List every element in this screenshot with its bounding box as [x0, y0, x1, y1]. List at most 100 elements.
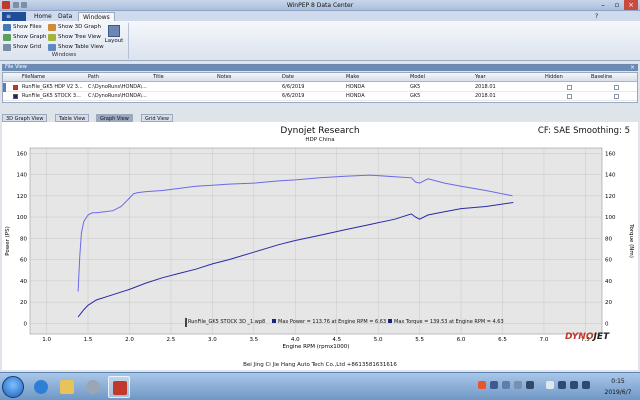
- cell-model: GK5: [410, 84, 421, 90]
- show-grid-button[interactable]: Show Grid: [3, 43, 41, 52]
- table-row[interactable]: RunFile_GK5 HDP V2 3... C:\DynoRuns\HOND…: [3, 83, 637, 92]
- tray-icon[interactable]: [502, 381, 510, 389]
- ribbon-tab-bar: ≡ Home Data Windows ?: [0, 11, 640, 21]
- cell-date: 6/6/2019: [282, 84, 305, 90]
- system-clock[interactable]: 0:15 2019/6/7: [599, 376, 637, 398]
- taskbar-explorer[interactable]: [56, 376, 78, 398]
- minimize-button[interactable]: –: [596, 0, 610, 10]
- show-tree-view-label: Show Tree View: [58, 34, 101, 40]
- show-table-view-label: Show Table View: [58, 44, 104, 50]
- y2-tick-label: 100: [605, 215, 616, 221]
- cell-year: 2018.01: [475, 93, 496, 99]
- col-title[interactable]: Title: [153, 73, 164, 82]
- col-hidden[interactable]: Hidden: [545, 73, 563, 82]
- show-table-view-button[interactable]: Show Table View: [48, 43, 104, 52]
- files-icon: [3, 24, 11, 31]
- col-make[interactable]: Make: [346, 73, 359, 82]
- tab-table-view[interactable]: Table View: [55, 114, 90, 122]
- y2-tick-label: 80: [605, 236, 612, 242]
- window-title: WinPEP 8 Data Center: [286, 2, 354, 9]
- grid-icon: [3, 44, 11, 51]
- tray-icon[interactable]: [490, 381, 498, 389]
- col-model[interactable]: Model: [410, 73, 425, 82]
- show-tree-view-button[interactable]: Show Tree View: [48, 33, 101, 42]
- x-tick-label: 4.0: [291, 337, 300, 343]
- tab-windows[interactable]: Windows: [78, 12, 115, 21]
- baseline-checkbox[interactable]: [614, 85, 619, 90]
- col-date[interactable]: Date: [282, 73, 294, 82]
- col-baseline[interactable]: Baseline: [591, 73, 612, 82]
- tab-grid-view[interactable]: Grid View: [141, 114, 173, 122]
- cell-path: C:\DynoRuns\HONDA\...: [88, 93, 147, 99]
- help-icon[interactable]: ?: [591, 12, 602, 21]
- table-row[interactable]: RunFile_GK5 STOCK 3... C:\DynoRuns\HONDA…: [3, 92, 637, 101]
- file-menu-button[interactable]: ≡: [2, 12, 26, 21]
- hidden-checkbox[interactable]: [567, 94, 572, 99]
- plot-area: [29, 147, 603, 335]
- ime-icon[interactable]: [478, 381, 486, 389]
- show-graph-label: Show Graph: [13, 34, 47, 40]
- dyno-chart[interactable]: 1.0 1.5 2.0 2.5 3.0 3.5 4.0 4.5 5.0 5.5 6.0 6.5 7.0 7…: [2, 122, 638, 370]
- y-tick-label: 120: [17, 194, 28, 200]
- cell-model: GK5: [410, 93, 421, 99]
- show-graph-button[interactable]: Show Graph: [3, 33, 46, 42]
- tray-icon[interactable]: [526, 381, 534, 389]
- network-icon[interactable]: [558, 381, 566, 389]
- y2-axis-label: Torque (Nm): [628, 223, 634, 258]
- y-tick-label: 60: [20, 258, 27, 264]
- ribbon: Show Files Show Graph Show Grid Show 3D …: [0, 21, 640, 61]
- col-notes[interactable]: Notes: [217, 73, 231, 82]
- run-color-swatch[interactable]: [13, 94, 18, 99]
- cell-filename: RunFile_GK5 HDP V2 3...: [22, 84, 83, 90]
- y2-tick-label: 20: [605, 300, 612, 306]
- col-path[interactable]: Path: [88, 73, 99, 82]
- show-grid-label: Show Grid: [13, 44, 42, 50]
- y2-tick-label: 0: [605, 321, 609, 327]
- row-selector[interactable]: [3, 83, 6, 92]
- show-files-button[interactable]: Show Files: [3, 23, 42, 32]
- y-tick-label: 160: [17, 151, 28, 157]
- close-button[interactable]: ×: [624, 0, 638, 10]
- file-view-close-icon[interactable]: ×: [630, 64, 635, 71]
- tab-graph-view[interactable]: Graph View: [96, 114, 133, 122]
- col-filename[interactable]: FileName: [22, 73, 45, 82]
- taskbar-app[interactable]: [82, 376, 104, 398]
- y-tick-label: 140: [17, 173, 28, 179]
- hidden-checkbox[interactable]: [567, 85, 572, 90]
- maximize-button[interactable]: ▫: [610, 0, 624, 10]
- power-legend-swatch: [272, 319, 276, 323]
- show-hidden-icons[interactable]: [546, 381, 554, 389]
- y-axis-label: Power (PS): [5, 226, 11, 255]
- legend-file: RunFile_GK5 STOCK 3D _1.wp8: [188, 319, 266, 325]
- tab-data[interactable]: Data: [54, 12, 76, 21]
- flag-icon[interactable]: [582, 381, 590, 389]
- x-tick-label: 5.0: [374, 337, 383, 343]
- tab-home[interactable]: Home: [30, 12, 56, 21]
- col-year[interactable]: Year: [475, 73, 486, 82]
- folder-icon: [60, 380, 74, 394]
- legend-power: Max Power = 113.76 at Engine RPM = 6.63: [278, 319, 387, 325]
- 3d-graph-icon: [48, 24, 56, 31]
- tab-3d-graph-view[interactable]: 3D Graph View: [2, 114, 48, 122]
- taskbar-ie[interactable]: [30, 376, 52, 398]
- show-3d-graph-button[interactable]: Show 3D Graph: [48, 23, 101, 32]
- y-tick-label: 20: [20, 300, 27, 306]
- y2-tick-label: 40: [605, 279, 612, 285]
- torque-legend-swatch: [388, 319, 392, 323]
- layout-button[interactable]: Layout: [104, 23, 124, 51]
- taskbar-winpep[interactable]: [108, 376, 130, 398]
- baseline-checkbox[interactable]: [614, 94, 619, 99]
- start-button[interactable]: [2, 376, 24, 398]
- ribbon-group-label: Windows: [51, 52, 77, 58]
- taskbar: 0:15 2019/6/7: [0, 372, 640, 400]
- volume-icon[interactable]: [570, 381, 578, 389]
- winpep-icon: [113, 381, 127, 395]
- cell-make: HONDA: [346, 93, 365, 99]
- run-color-swatch[interactable]: [13, 85, 18, 90]
- y2-tick-label: 60: [605, 258, 612, 264]
- file-view-table: FileName Path Title Notes Date Make Mode…: [2, 72, 638, 103]
- legend-torque: Max Torque = 139.53 at Engine RPM = 4.63: [394, 319, 504, 325]
- y2-tick-label: 160: [605, 151, 616, 157]
- title-bar: WinPEP 8 Data Center – ▫ ×: [0, 0, 640, 11]
- tray-icon[interactable]: [514, 381, 522, 389]
